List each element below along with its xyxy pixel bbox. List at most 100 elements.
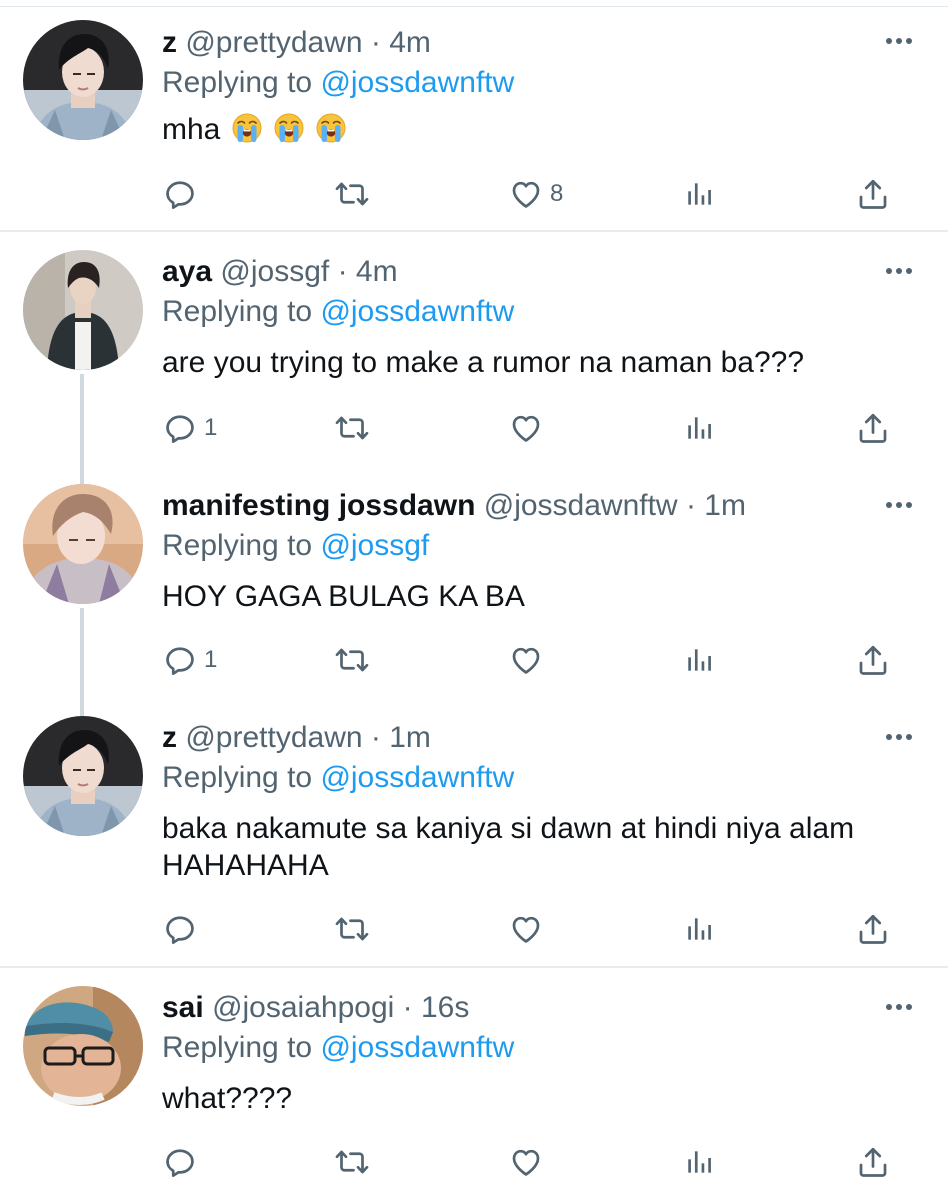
more-icon[interactable] bbox=[884, 1000, 914, 1014]
user-handle[interactable]: @josaiahpogi bbox=[212, 991, 394, 1024]
tweet[interactable]: manifesting jossdawn @jossdawnftw · 1m R… bbox=[0, 466, 948, 698]
replying-to: Replying to @jossdawnftw bbox=[162, 65, 514, 101]
heart-icon bbox=[508, 176, 544, 212]
retweet-icon bbox=[332, 642, 372, 678]
reply-button[interactable]: 1 bbox=[162, 640, 217, 680]
display-name[interactable]: z bbox=[162, 721, 177, 754]
analytics-button[interactable] bbox=[684, 174, 716, 214]
mention-link[interactable]: @jossdawnftw bbox=[320, 761, 514, 794]
user-handle[interactable]: @jossgf bbox=[220, 255, 329, 288]
separator-dot: · bbox=[402, 991, 413, 1024]
tweet-header: z @prettydawn · 4m bbox=[162, 25, 431, 61]
tweet[interactable]: sai @josaiahpogi · 16s Replying to @joss… bbox=[0, 970, 948, 1200]
share-button[interactable] bbox=[855, 1142, 891, 1182]
like-button[interactable] bbox=[508, 909, 550, 949]
user-handle[interactable]: @prettydawn bbox=[185, 26, 362, 59]
top-divider bbox=[0, 0, 948, 7]
tweet-header: z @prettydawn · 1m bbox=[162, 720, 431, 756]
reply-count: 1 bbox=[204, 414, 218, 441]
analytics-button[interactable] bbox=[684, 1142, 716, 1182]
display-name[interactable]: aya bbox=[162, 255, 212, 288]
display-name[interactable]: manifesting jossdawn bbox=[162, 489, 475, 522]
retweet-button[interactable] bbox=[332, 408, 372, 448]
tweet[interactable]: aya @jossgf · 4m Replying to @jossdawnft… bbox=[0, 234, 948, 466]
retweet-button[interactable] bbox=[332, 640, 372, 680]
more-icon[interactable] bbox=[884, 34, 914, 48]
display-name[interactable]: sai bbox=[162, 991, 204, 1024]
thread-line bbox=[80, 374, 84, 466]
replying-to-label: Replying to bbox=[162, 529, 313, 562]
share-button[interactable] bbox=[855, 408, 891, 448]
user-handle[interactable]: @jossdawnftw bbox=[484, 489, 678, 522]
tweet[interactable]: z @prettydawn · 1m Replying to @jossdawn… bbox=[0, 698, 948, 968]
tweet-header: manifesting jossdawn @jossdawnftw · 1m bbox=[162, 488, 746, 524]
replying-to: Replying to @jossdawnftw bbox=[162, 760, 514, 796]
avatar[interactable] bbox=[23, 716, 143, 836]
mention-link[interactable]: @jossdawnftw bbox=[320, 295, 514, 328]
retweet-button[interactable] bbox=[332, 1142, 372, 1182]
avatar[interactable] bbox=[23, 484, 143, 604]
retweet-icon bbox=[332, 176, 372, 212]
share-icon bbox=[855, 1144, 891, 1180]
loudly-crying-face-icon bbox=[273, 112, 305, 144]
analytics-button[interactable] bbox=[684, 909, 716, 949]
share-icon bbox=[855, 911, 891, 947]
avatar[interactable] bbox=[23, 250, 143, 370]
analytics-icon bbox=[684, 642, 716, 678]
mention-link[interactable]: @jossdawnftw bbox=[320, 66, 514, 99]
retweet-button[interactable] bbox=[332, 909, 372, 949]
more-icon[interactable] bbox=[884, 264, 914, 278]
share-button[interactable] bbox=[855, 174, 891, 214]
analytics-icon bbox=[684, 1144, 716, 1180]
mention-link[interactable]: @jossdawnftw bbox=[320, 1031, 514, 1064]
reply-button[interactable] bbox=[162, 909, 204, 949]
like-button[interactable] bbox=[508, 408, 550, 448]
reply-button[interactable] bbox=[162, 174, 204, 214]
reply-count: 1 bbox=[204, 646, 218, 673]
share-button[interactable] bbox=[855, 640, 891, 680]
timestamp[interactable]: 16s bbox=[421, 991, 469, 1024]
heart-icon bbox=[508, 410, 544, 446]
reply-icon bbox=[162, 911, 198, 947]
mention-link[interactable]: @jossgf bbox=[320, 529, 429, 562]
tweet-text: HOY GAGA BULAG KA BA bbox=[162, 580, 525, 613]
more-icon[interactable] bbox=[884, 730, 914, 744]
share-icon bbox=[855, 176, 891, 212]
tweet-text: baka nakamute sa kaniya si dawn at hindi… bbox=[162, 812, 855, 882]
replying-to: Replying to @jossgf bbox=[162, 528, 429, 564]
separator-dot: · bbox=[370, 26, 381, 59]
user-handle[interactable]: @prettydawn bbox=[185, 721, 362, 754]
like-button[interactable] bbox=[508, 1142, 550, 1182]
reply-button[interactable]: 1 bbox=[162, 408, 217, 448]
analytics-button[interactable] bbox=[684, 640, 716, 680]
replying-to-label: Replying to bbox=[162, 1031, 313, 1064]
tweet-text-content: mha bbox=[162, 113, 221, 146]
timestamp[interactable]: 1m bbox=[389, 721, 431, 754]
retweet-icon bbox=[332, 911, 372, 947]
avatar[interactable] bbox=[23, 986, 143, 1106]
reply-icon bbox=[162, 1144, 198, 1180]
display-name[interactable]: z bbox=[162, 26, 177, 59]
retweet-icon bbox=[332, 1144, 372, 1180]
heart-icon bbox=[508, 911, 544, 947]
reply-icon bbox=[162, 176, 198, 212]
replying-to-label: Replying to bbox=[162, 761, 313, 794]
share-icon bbox=[855, 410, 891, 446]
like-button[interactable]: 8 bbox=[508, 174, 563, 214]
reply-button[interactable] bbox=[162, 1142, 204, 1182]
tweet[interactable]: z @prettydawn · 4m Replying to @jossdawn… bbox=[0, 7, 948, 232]
separator-dot: · bbox=[337, 255, 348, 288]
timestamp[interactable]: 1m bbox=[704, 489, 746, 522]
thread-line bbox=[80, 698, 84, 716]
avatar[interactable] bbox=[23, 20, 143, 140]
more-icon[interactable] bbox=[884, 498, 914, 512]
share-button[interactable] bbox=[855, 909, 891, 949]
timestamp[interactable]: 4m bbox=[356, 255, 398, 288]
timestamp[interactable]: 4m bbox=[389, 26, 431, 59]
heart-icon bbox=[508, 1144, 544, 1180]
like-button[interactable] bbox=[508, 640, 550, 680]
separator-dot: · bbox=[685, 489, 696, 522]
analytics-button[interactable] bbox=[684, 408, 716, 448]
thread-line bbox=[80, 466, 84, 484]
retweet-button[interactable] bbox=[332, 174, 372, 214]
